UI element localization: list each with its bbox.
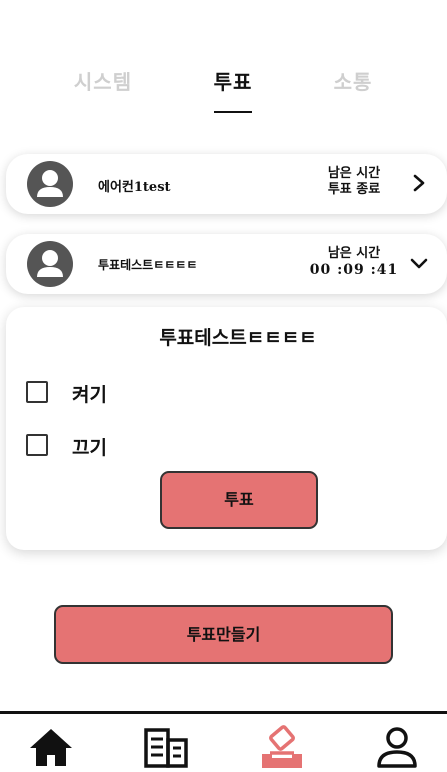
profile-icon[interactable] — [373, 724, 421, 772]
remaining-time: 남은 시간 00 :09 :41 — [309, 246, 399, 278]
vote-list-item[interactable]: 투표테스트ㅌㅌㅌㅌ 남은 시간 00 :09 :41 — [6, 234, 447, 294]
vote-list-item[interactable]: 에어컨1test 남은 시간 투표 종료 — [6, 154, 447, 214]
submit-vote-button[interactable]: 투표 — [160, 471, 318, 529]
create-vote-button[interactable]: 투표만들기 — [54, 605, 393, 664]
poll-panel: 투표테스트ㅌㅌㅌㅌ 켜기 끄기 투표 — [6, 307, 447, 550]
option-checkbox[interactable] — [26, 434, 48, 456]
remaining-time-label: 남은 시간 — [327, 166, 381, 181]
remaining-time-label: 남은 시간 — [327, 246, 381, 261]
option-label: 켜기 — [72, 384, 107, 406]
option-checkbox[interactable] — [26, 381, 48, 403]
remaining-time-value: 00 :09 :41 — [309, 262, 399, 278]
user-avatar-icon — [27, 241, 73, 287]
home-icon[interactable] — [27, 724, 75, 772]
user-avatar-icon — [27, 161, 73, 207]
ballot-box-icon[interactable] — [258, 724, 306, 772]
building-icon[interactable] — [142, 724, 190, 772]
remaining-time-value: 투표 종료 — [327, 182, 381, 197]
active-tab-indicator — [214, 111, 252, 113]
tab-communication[interactable]: 소통 — [308, 66, 398, 95]
tab-vote[interactable]: 투표 — [188, 66, 278, 95]
option-label: 끄기 — [72, 437, 107, 459]
bottom-nav — [0, 711, 447, 772]
chevron-right-icon[interactable] — [409, 173, 429, 193]
poll-title: 투표테스트ㅌㅌㅌㅌ — [159, 327, 317, 349]
vote-title: 투표테스트ㅌㅌㅌㅌ — [98, 258, 198, 272]
tab-bar: 시스템 투표 소통 — [0, 66, 447, 116]
tab-system[interactable]: 시스템 — [58, 66, 148, 95]
remaining-time: 남은 시간 투표 종료 — [309, 166, 399, 198]
vote-title: 에어컨1test — [98, 180, 171, 195]
chevron-down-icon[interactable] — [409, 253, 429, 273]
vote-page: 시스템 투표 소통 에어컨1test 남은 시간 투표 종료 투표테스트ㅌㅌㅌㅌ… — [0, 0, 447, 772]
